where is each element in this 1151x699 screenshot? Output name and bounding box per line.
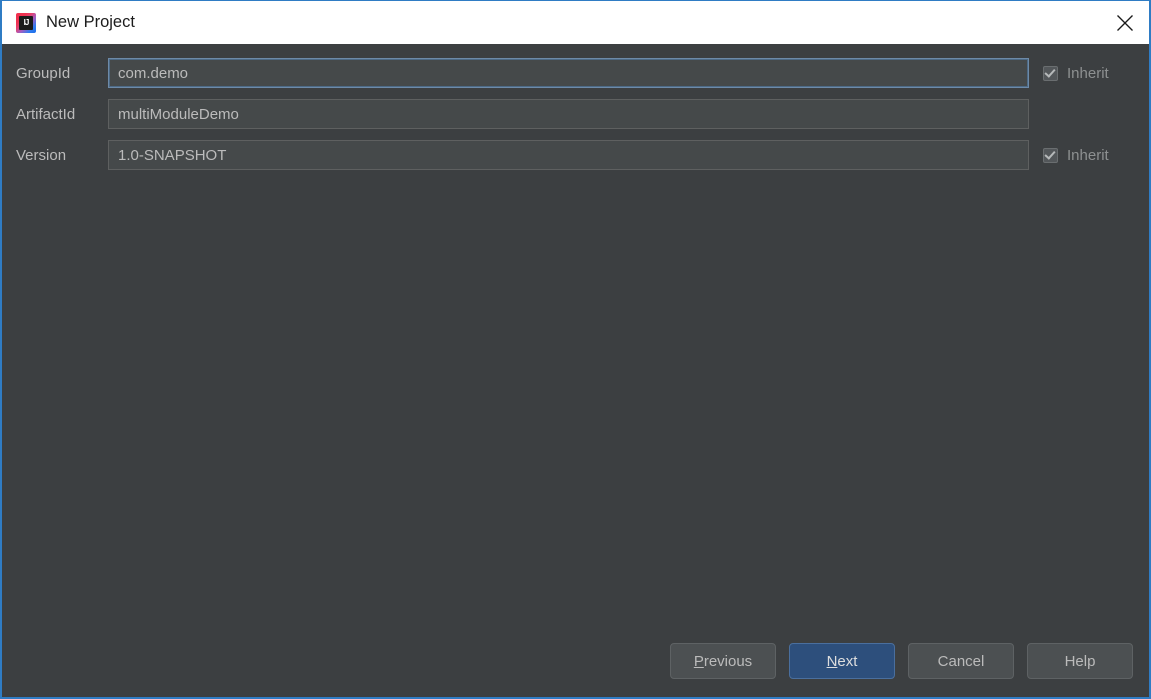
version-inherit-label: Inherit [1067,146,1109,164]
cancel-button[interactable]: Cancel [908,643,1014,679]
next-button-label: ext [837,652,858,670]
artifactid-input[interactable] [108,99,1029,129]
form-row-artifactid: ArtifactId [16,99,1133,129]
groupid-inherit-checkbox[interactable]: Inherit [1029,65,1133,82]
previous-button-mnemonic: P [693,652,704,670]
maven-coordinates-form: GroupId Inherit ArtifactId Version [2,58,1149,181]
dialog-button-bar: Previous Next Cancel Help [2,643,1149,697]
checkbox-checked-icon[interactable] [1043,65,1058,81]
cancel-button-label: Cancel [937,652,985,670]
version-inherit-checkbox[interactable]: Inherit [1029,147,1133,164]
help-button-label: Help [1064,652,1096,670]
new-project-dialog: IJ New Project GroupId Inherit A [0,0,1151,699]
previous-button[interactable]: Previous [670,643,776,679]
previous-button-label: revious [703,652,753,670]
form-row-version: Version Inherit [16,140,1133,170]
groupid-inherit-label: Inherit [1067,64,1109,82]
next-button[interactable]: Next [789,643,895,679]
dialog-content: GroupId Inherit ArtifactId Version [2,44,1149,697]
groupid-label: GroupId [16,64,71,82]
groupid-input[interactable] [108,58,1029,88]
checkbox-checked-icon[interactable] [1043,147,1058,163]
dialog-title: New Project [46,13,135,31]
intellij-idea-logo-icon: IJ [16,12,36,33]
artifactid-label: ArtifactId [16,105,76,123]
form-row-groupid: GroupId Inherit [16,58,1133,88]
next-button-mnemonic: N [826,652,838,670]
version-label: Version [16,146,67,164]
dialog-titlebar: IJ New Project [2,0,1149,44]
close-icon[interactable] [1101,1,1149,45]
version-input[interactable] [108,140,1029,170]
help-button[interactable]: Help [1027,643,1133,679]
